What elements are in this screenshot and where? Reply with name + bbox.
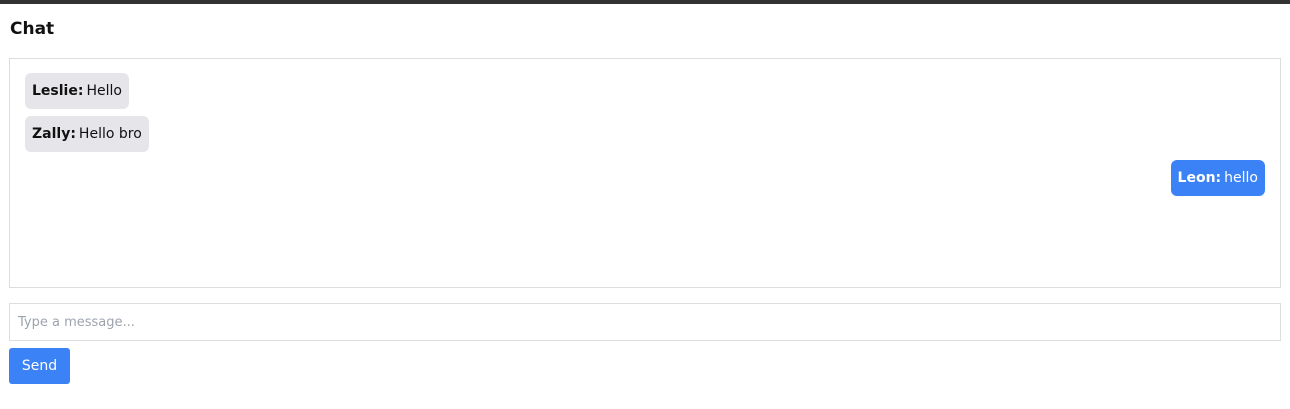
message-bubble: Leslie: Hello: [25, 73, 129, 109]
message-text: hello: [1224, 170, 1258, 186]
message-text: Hello bro: [78, 126, 142, 142]
send-button[interactable]: Send: [9, 348, 70, 384]
message-input[interactable]: [9, 303, 1281, 341]
message-sender: Leslie:: [32, 83, 84, 99]
message-bubble: Zally: Hello bro: [25, 116, 149, 152]
message-sender: Leon:: [1177, 170, 1222, 186]
own-message-bubble: Leon: hello: [1170, 160, 1265, 196]
message-list[interactable]: Leslie: Hello Zally: Hello bro Leon: hel…: [9, 58, 1281, 288]
message-text: Hello: [86, 83, 122, 99]
chat-page: Chat Leslie: Hello Zally: Hello bro Leon…: [9, 4, 1281, 384]
message-sender: Zally:: [32, 126, 76, 142]
page-title: Chat: [10, 19, 55, 39]
